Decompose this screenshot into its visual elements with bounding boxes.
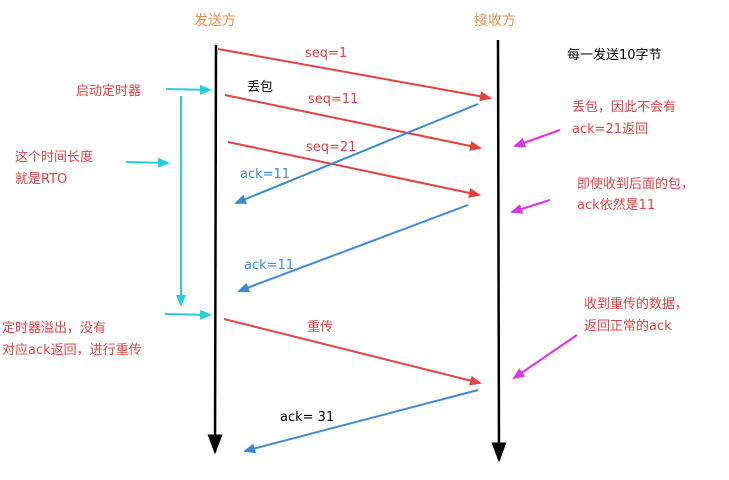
receiver-timeline	[491, 39, 507, 463]
label-retransmit: 重传	[307, 320, 334, 335]
diagram-lines	[125, 39, 578, 463]
note-start-timer: 启动定时器	[76, 84, 142, 99]
note-timeout-line1: 定时器溢出，没有	[2, 321, 107, 336]
arrow-retransmit	[223, 318, 482, 386]
note-timeout-line2: 对应ack返回，进行重传	[2, 343, 142, 358]
rto-pointer-arrow	[125, 157, 170, 168]
tcp-retransmission-diagram: 发送方 接收方 每一发送10字节 seq=1 丢包 seq=11 seq=21 …	[0, 0, 729, 480]
label-ack11-a: ack=11	[240, 167, 291, 182]
label-ack11-b: ack=11	[244, 258, 295, 273]
label-seq1: seq=1	[305, 46, 348, 61]
note-later-line1: 即使收到后面的包，	[577, 177, 695, 192]
arrow-ack11-a	[234, 103, 479, 204]
note-pointer-lost	[513, 129, 561, 148]
note-rto-line1: 这个时间长度	[15, 150, 94, 165]
receiver-label: 接收方	[474, 13, 516, 29]
note-retrans-line2: 返回正常的ack	[584, 319, 672, 334]
note-pointer-retrans	[512, 334, 578, 380]
note-bytes: 每一发送10字节	[567, 48, 662, 63]
note-lost-line2: ack=21返回	[572, 122, 649, 137]
note-lost-line1: 丢包，因此不会有	[572, 100, 677, 115]
arrow-ack11-b	[237, 204, 469, 293]
sender-timeline	[207, 44, 223, 455]
label-seq21: seq=21	[306, 140, 357, 155]
timer-start-arrow	[165, 84, 212, 95]
label-lost: 丢包	[247, 80, 274, 95]
note-rto-line2: 就是RTO	[15, 172, 68, 187]
note-later-line2: ack依然是11	[577, 198, 656, 213]
sender-label: 发送方	[194, 13, 236, 29]
timeout-arrow	[164, 309, 212, 320]
label-seq11: seq=11	[308, 92, 359, 107]
note-pointer-later	[510, 199, 551, 214]
note-retrans-line1: 收到重传的数据，	[584, 297, 689, 312]
label-ack31: ack= 31	[280, 410, 335, 425]
